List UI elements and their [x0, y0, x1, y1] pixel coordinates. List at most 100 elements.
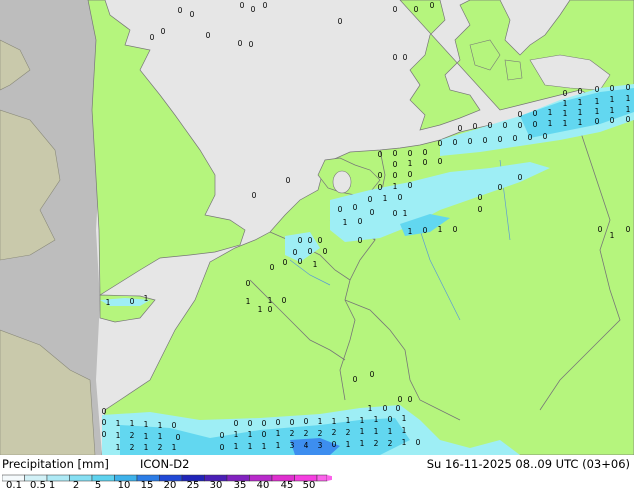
point-value: 1: [408, 159, 413, 168]
color-scale-label: 0.1: [6, 480, 22, 491]
point-value: 1: [548, 108, 553, 117]
point-value: 1: [402, 426, 407, 435]
color-scale-label: 45: [280, 480, 294, 491]
point-value: 1: [276, 429, 281, 438]
point-value: 0: [378, 150, 383, 159]
point-value: 1: [116, 431, 121, 440]
point-value: 1: [595, 107, 600, 116]
point-value: 1: [248, 442, 253, 451]
point-value: 1: [106, 298, 111, 307]
color-scale-label: 10: [117, 480, 131, 491]
point-value: 0: [332, 440, 337, 449]
point-value: 1: [626, 94, 631, 103]
point-value: 0: [262, 430, 267, 439]
point-value: 1: [388, 427, 393, 436]
point-value: 1: [563, 109, 568, 118]
point-value: 2: [388, 439, 393, 448]
point-value: 0: [414, 5, 419, 14]
point-value: 0: [283, 258, 288, 267]
color-scale-label: 1: [48, 480, 56, 491]
point-value: 0: [238, 39, 243, 48]
point-value: 0: [358, 236, 363, 245]
point-value: 0: [393, 160, 398, 169]
point-value: 1: [116, 443, 121, 452]
point-value: 0: [304, 417, 309, 426]
point-value: 0: [398, 395, 403, 404]
point-value: 0: [172, 421, 177, 430]
model-name: ICON-D2: [140, 457, 190, 471]
point-value: 1: [268, 296, 273, 305]
point-value: 0: [323, 247, 328, 256]
point-value: 0: [161, 27, 166, 36]
point-value: 0: [190, 10, 195, 19]
point-value: 0: [268, 305, 273, 314]
point-value: 0: [262, 419, 267, 428]
point-value: 0: [393, 5, 398, 14]
color-scale-label: 35: [233, 480, 247, 491]
point-value: 0: [383, 404, 388, 413]
color-scale-label: 20: [163, 480, 177, 491]
point-value: 0: [473, 122, 478, 131]
point-value: 1: [360, 427, 365, 436]
point-value: 2: [304, 429, 309, 438]
point-value: 4: [304, 441, 309, 450]
point-value: 0: [240, 1, 245, 10]
point-value: 2: [332, 428, 337, 437]
point-value: 1: [144, 420, 149, 429]
color-scale-label: 15: [140, 480, 154, 491]
point-value: 1: [158, 421, 163, 430]
color-scale-arrow: [327, 475, 332, 481]
point-value: 1: [346, 440, 351, 449]
point-value: 0: [370, 208, 375, 217]
point-value: 1: [144, 294, 149, 303]
point-value: 1: [610, 106, 615, 115]
point-value: 0: [270, 263, 275, 272]
point-value: 0: [498, 183, 503, 192]
point-value: 0: [626, 115, 631, 124]
point-value: 0: [563, 89, 568, 98]
point-value: 1: [408, 227, 413, 236]
point-value: 0: [416, 438, 421, 447]
point-value: 0: [370, 370, 375, 379]
point-value: 0: [438, 157, 443, 166]
point-value: 1: [610, 231, 615, 240]
point-value: 1: [578, 108, 583, 117]
point-value: 0: [610, 84, 615, 93]
point-value: 0: [102, 407, 107, 416]
point-value: 0: [513, 134, 518, 143]
point-value: 0: [176, 433, 181, 442]
point-value: 1: [172, 443, 177, 452]
valid-time: Su 16-11-2025 08..09 UTC (03+06): [426, 457, 630, 471]
point-value: 0: [595, 85, 600, 94]
point-value: 0: [338, 17, 343, 26]
point-value: 0: [408, 170, 413, 179]
point-value: 0: [453, 138, 458, 147]
point-value: 1: [438, 225, 443, 234]
point-value: 0: [393, 171, 398, 180]
point-value: 1: [258, 305, 263, 314]
point-value: 0: [234, 419, 239, 428]
point-value: 0: [290, 418, 295, 427]
point-value: 0: [518, 110, 523, 119]
point-value: 0: [438, 139, 443, 148]
point-value: 0: [248, 419, 253, 428]
point-value: 1: [144, 432, 149, 441]
point-value: 0: [130, 297, 135, 306]
point-value: 3: [318, 441, 323, 450]
point-value: 0: [478, 205, 483, 214]
point-value: 2: [290, 429, 295, 438]
point-value: 2: [374, 439, 379, 448]
point-value: 0: [393, 209, 398, 218]
point-value: 0: [610, 116, 615, 125]
point-value: 0: [403, 53, 408, 62]
point-value: 0: [533, 120, 538, 129]
point-value: 1: [248, 430, 253, 439]
point-value: 0: [453, 225, 458, 234]
point-value: 0: [578, 87, 583, 96]
point-value: 0: [282, 296, 287, 305]
point-value: 0: [408, 149, 413, 158]
point-value: 0: [483, 136, 488, 145]
point-value: 0: [220, 431, 225, 440]
map-title: Precipitation [mm]: [2, 457, 109, 471]
point-value: 1: [393, 182, 398, 191]
